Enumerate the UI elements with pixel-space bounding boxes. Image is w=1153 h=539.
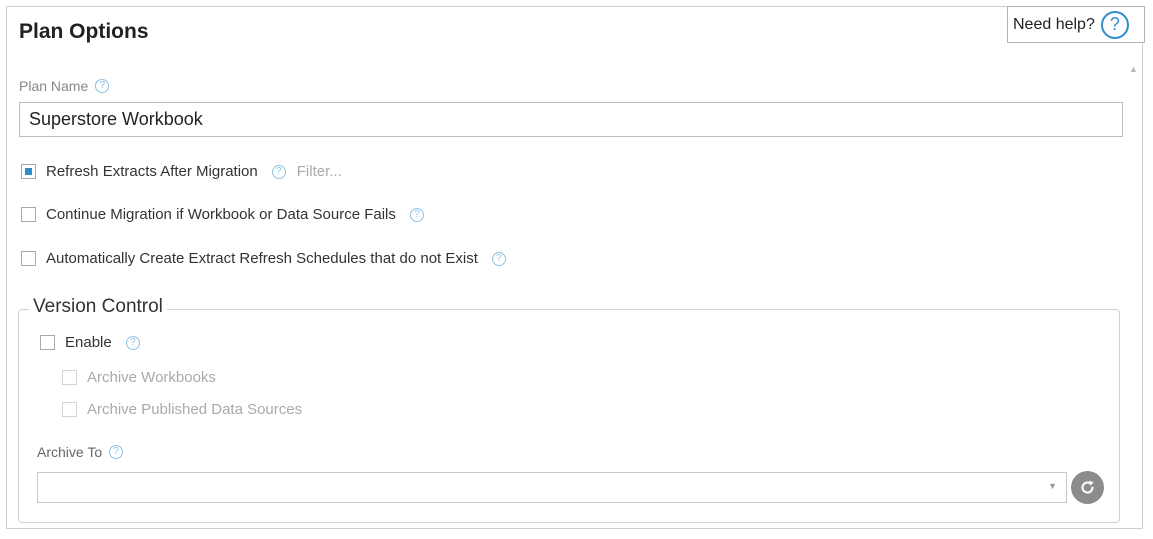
archive-workbooks-label: Archive Workbooks bbox=[87, 369, 216, 386]
archive-to-select[interactable]: ▼ bbox=[37, 472, 1067, 503]
option-refresh-extracts: Refresh Extracts After Migration ? Filte… bbox=[21, 163, 342, 180]
archive-to-label-row: Archive To ? bbox=[37, 444, 124, 460]
plan-name-help-icon[interactable]: ? bbox=[95, 79, 110, 93]
filter-link[interactable]: Filter... bbox=[297, 163, 342, 180]
refresh-extracts-label: Refresh Extracts After Migration bbox=[46, 163, 258, 180]
archive-data-sources-row: Archive Published Data Sources bbox=[62, 401, 302, 418]
archive-data-sources-label: Archive Published Data Sources bbox=[87, 401, 303, 418]
archive-data-sources-checkbox[interactable] bbox=[62, 402, 77, 417]
continue-migration-checkbox[interactable] bbox=[21, 207, 36, 222]
create-schedules-checkbox[interactable] bbox=[21, 251, 36, 266]
enable-row: Enable ? bbox=[40, 334, 140, 351]
plan-name-label-row: Plan Name ? bbox=[19, 78, 110, 94]
scroll-up-arrow-icon[interactable]: ▲ bbox=[1129, 64, 1138, 74]
enable-help-icon[interactable]: ? bbox=[125, 335, 140, 350]
refresh-extracts-help-icon[interactable]: ? bbox=[271, 164, 286, 179]
option-continue-migration: Continue Migration if Workbook or Data S… bbox=[21, 206, 424, 223]
refresh-extracts-checkbox[interactable] bbox=[21, 164, 36, 179]
caret-down-icon: ▼ bbox=[1048, 481, 1057, 491]
need-help-label: Need help? bbox=[1013, 15, 1095, 33]
plan-name-input[interactable] bbox=[19, 102, 1123, 137]
continue-migration-help-icon[interactable]: ? bbox=[409, 207, 424, 222]
create-schedules-help-icon[interactable]: ? bbox=[491, 251, 506, 266]
question-circle-icon: ? bbox=[1100, 10, 1129, 39]
archive-workbooks-row: Archive Workbooks bbox=[62, 369, 216, 386]
option-create-schedules: Automatically Create Extract Refresh Sch… bbox=[21, 250, 506, 267]
archive-to-help-icon[interactable]: ? bbox=[109, 445, 124, 459]
version-control-legend: Version Control bbox=[29, 296, 167, 318]
create-schedules-label: Automatically Create Extract Refresh Sch… bbox=[46, 250, 478, 267]
continue-migration-label: Continue Migration if Workbook or Data S… bbox=[46, 206, 396, 223]
archive-to-label: Archive To bbox=[37, 444, 103, 460]
archive-workbooks-checkbox[interactable] bbox=[62, 370, 77, 385]
refresh-button[interactable] bbox=[1071, 471, 1104, 504]
enable-checkbox[interactable] bbox=[40, 335, 55, 350]
refresh-icon bbox=[1081, 480, 1094, 494]
page-title: Plan Options bbox=[19, 20, 149, 43]
enable-label: Enable bbox=[65, 334, 112, 351]
need-help-button[interactable]: Need help? ? bbox=[1007, 6, 1145, 43]
plan-name-label: Plan Name bbox=[19, 78, 89, 94]
